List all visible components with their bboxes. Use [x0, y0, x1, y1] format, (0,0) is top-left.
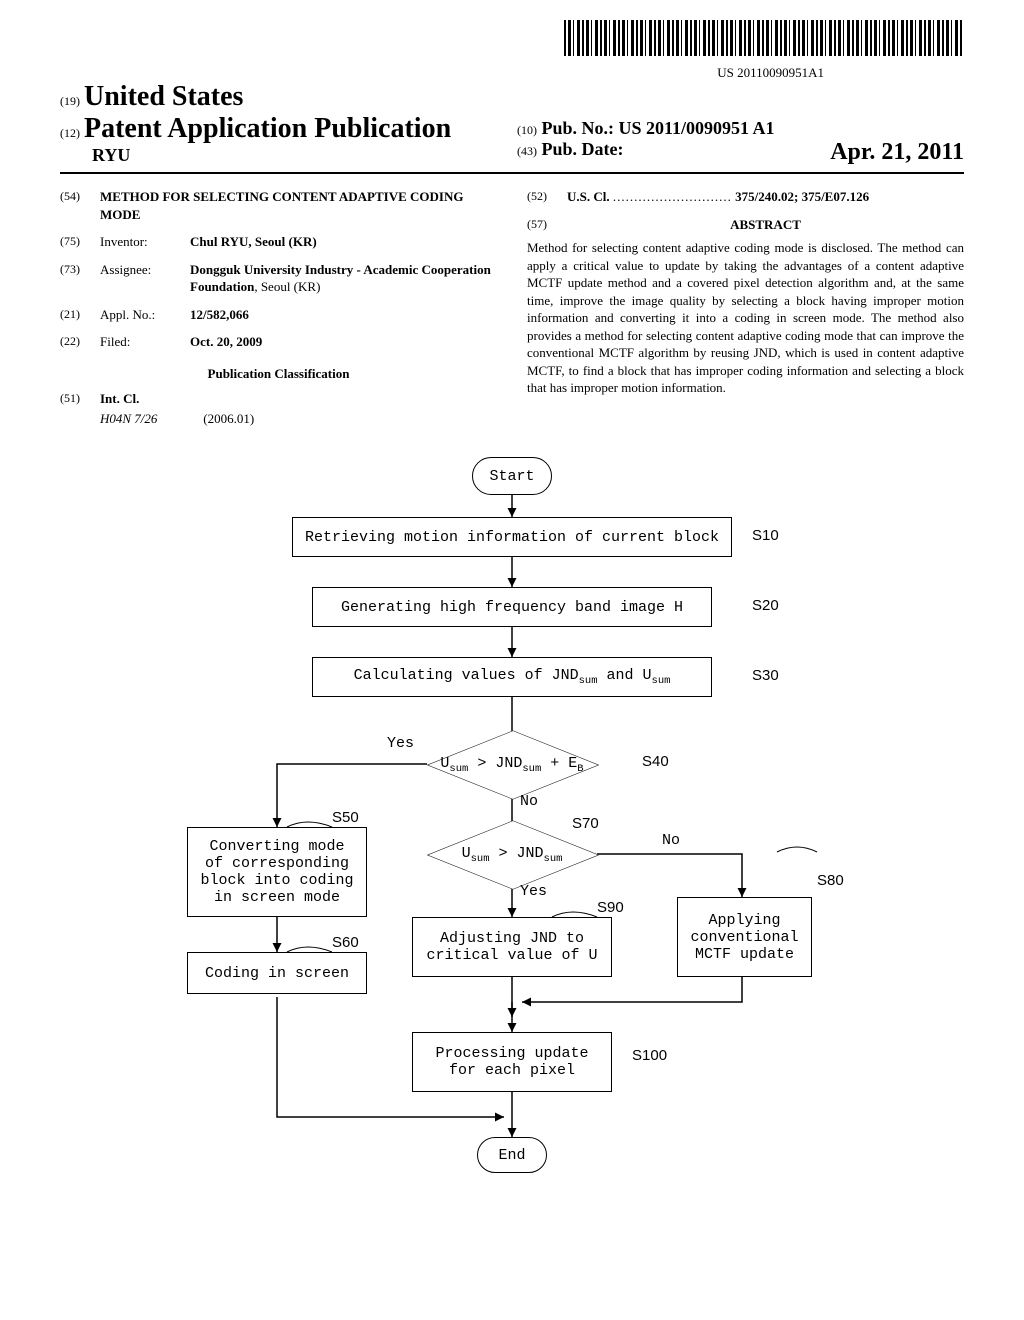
fc-s80-label: S80 — [817, 872, 844, 889]
fc-start-text: Start — [489, 468, 534, 485]
fc-s70-label: S70 — [572, 815, 599, 832]
intcl-label: Int. Cl. — [100, 391, 139, 406]
header-block: (19) United States (12) Patent Applicati… — [60, 81, 964, 174]
code-43: (43) — [517, 144, 537, 158]
pubno-value: US 2011/0090951 A1 — [619, 118, 775, 138]
code-54: (54) — [60, 188, 100, 223]
applno-value: 12/582,066 — [190, 307, 249, 322]
fc-s100-text: Processing update for each pixel — [423, 1045, 601, 1079]
fc-s50-text: Converting mode of corresponding block i… — [198, 838, 356, 906]
uscl-label: U.S. Cl. — [567, 189, 610, 204]
fc-s70-text: Usum > JNDsum — [402, 832, 622, 881]
pubdate-label: Pub. Date: — [542, 139, 624, 159]
fc-s20-text: Generating high frequency band image H — [341, 599, 683, 616]
header-right: (10) Pub. No.: US 2011/0090951 A1 (43) P… — [507, 118, 964, 166]
fc-s30-box: Calculating values of JNDsum and Usum — [312, 657, 712, 697]
biblio-columns: (54) METHOD FOR SELECTING CONTENT ADAPTI… — [60, 188, 964, 437]
code-73: (73) — [60, 261, 100, 296]
code-52: (52) — [527, 188, 567, 206]
fc-s10-text: Retrieving motion information of current… — [305, 529, 719, 546]
fc-s100-label: S100 — [632, 1047, 667, 1064]
barcode-area — [60, 20, 964, 61]
fc-s80-box: Applying conventional MCTF update — [677, 897, 812, 977]
fc-s90-label: S90 — [597, 899, 624, 916]
applno-label: Appl. No.: — [100, 306, 190, 324]
fc-end: End — [477, 1137, 547, 1173]
code-19: (19) — [60, 94, 80, 108]
fc-s30-text: Calculating values of JNDsum and Usum — [354, 667, 671, 687]
fc-s60-text: Coding in screen — [205, 965, 349, 982]
fc-s30-label: S30 — [752, 667, 779, 684]
fc-s70-no: No — [662, 832, 680, 849]
fc-start: Start — [472, 457, 552, 495]
code-22: (22) — [60, 333, 100, 351]
assignee-label: Assignee: — [100, 261, 190, 296]
fc-s70-yes: Yes — [520, 883, 547, 900]
invention-title: METHOD FOR SELECTING CONTENT ADAPTIVE CO… — [100, 188, 497, 223]
assignee-value-bold: Dongguk University Industry - Academic C… — [190, 262, 491, 295]
fc-s10-label: S10 — [752, 527, 779, 544]
inventor-value: Chul RYU, Seoul (KR) — [190, 234, 317, 249]
abstract-text: Method for selecting content adaptive co… — [527, 239, 964, 397]
code-75: (75) — [60, 233, 100, 251]
inventor-label: Inventor: — [100, 233, 190, 251]
fc-s40-label: S40 — [642, 753, 669, 770]
right-column: (52) U.S. Cl. ..........................… — [527, 188, 964, 437]
fc-s20-box: Generating high frequency band image H — [312, 587, 712, 627]
fc-s20-label: S20 — [752, 597, 779, 614]
fc-s70-diamond: Usum > JNDsum — [402, 832, 622, 876]
intcl-year: (2006.01) — [203, 411, 254, 426]
pub-class-heading: Publication Classification — [60, 365, 497, 383]
filed-value: Oct. 20, 2009 — [190, 334, 262, 349]
code-12: (12) — [60, 126, 80, 140]
fc-s50-label: S50 — [332, 809, 359, 826]
barcode-graphic — [564, 20, 964, 56]
fc-s10-box: Retrieving motion information of current… — [292, 517, 732, 557]
intcl-code: H04N 7/26 — [100, 410, 200, 428]
filed-label: Filed: — [100, 333, 190, 351]
fc-s100-box: Processing update for each pixel — [412, 1032, 612, 1092]
uscl-dots: ............................ — [613, 189, 732, 204]
flowchart: Start Retrieving motion information of c… — [132, 457, 892, 1217]
abstract-heading: ABSTRACT — [567, 216, 964, 234]
fc-s40-text: Usum > JNDsum + EB — [402, 742, 622, 791]
assignee-value-rest: , Seoul (KR) — [254, 279, 320, 294]
barcode-number: US 20110090951A1 — [60, 65, 964, 81]
fc-s90-box: Adjusting JND to critical value of U — [412, 917, 612, 977]
code-21: (21) — [60, 306, 100, 324]
fc-s60-box: Coding in screen — [187, 952, 367, 994]
pub-type: Patent Application Publication — [84, 113, 451, 144]
fc-s40-no: No — [520, 793, 538, 810]
header-left: (19) United States (12) Patent Applicati… — [60, 81, 507, 166]
patent-page: US 20110090951A1 (19) United States (12)… — [0, 0, 1024, 1320]
fc-s40-sub: B — [577, 763, 583, 775]
code-10: (10) — [517, 123, 537, 137]
code-57: (57) — [527, 216, 567, 238]
fc-s90-text: Adjusting JND to critical value of U — [423, 930, 601, 964]
fc-end-text: End — [498, 1147, 525, 1164]
code-51: (51) — [60, 390, 100, 408]
author-surname: RYU — [60, 145, 507, 166]
uscl-value: 375/240.02; 375/E07.126 — [735, 189, 869, 204]
pubno-label: Pub. No.: — [542, 118, 615, 138]
left-column: (54) METHOD FOR SELECTING CONTENT ADAPTI… — [60, 188, 497, 437]
fc-s60-label: S60 — [332, 934, 359, 951]
country: United States — [84, 81, 243, 112]
fc-s40-diamond: Usum > JNDsum + EB — [402, 742, 622, 786]
pubdate-value: Apr. 21, 2011 — [830, 139, 964, 166]
fc-s80-text: Applying conventional MCTF update — [688, 912, 801, 963]
fc-s50-box: Converting mode of corresponding block i… — [187, 827, 367, 917]
